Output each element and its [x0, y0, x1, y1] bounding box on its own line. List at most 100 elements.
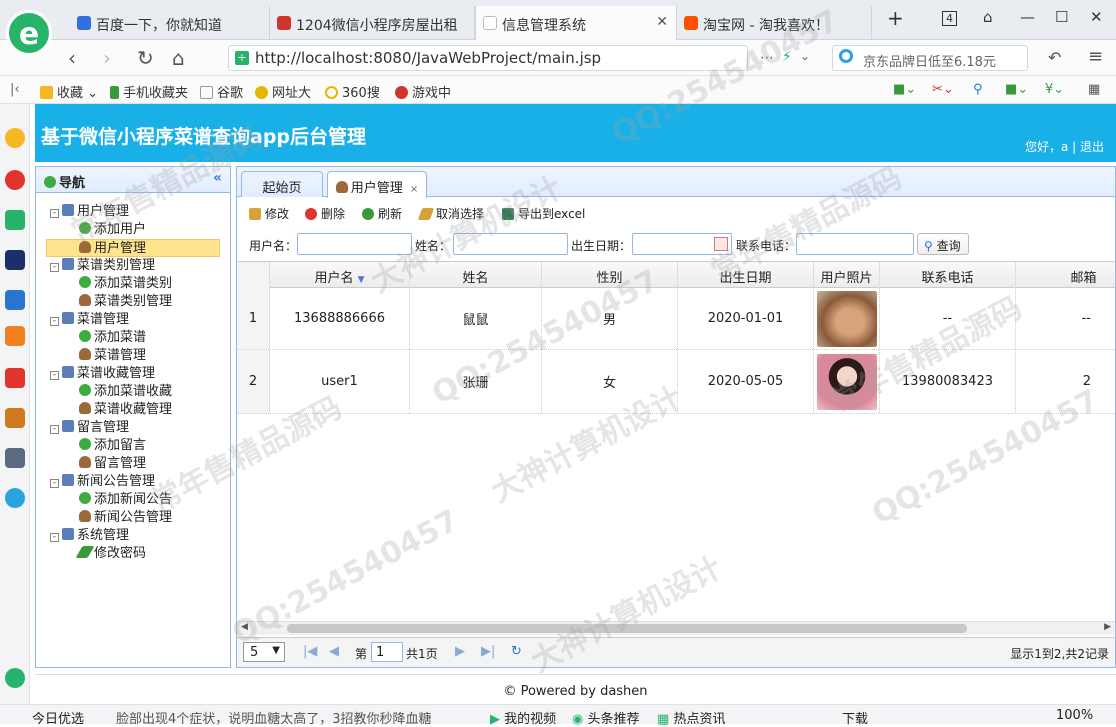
collapse-icon[interactable]: « [213, 170, 222, 186]
nav-item[interactable]: 新闻公告管理 [79, 509, 172, 527]
app-icon[interactable] [5, 448, 25, 468]
scroll-left-icon[interactable]: ◀ [241, 622, 248, 632]
reload-icon[interactable]: ↻ [137, 46, 154, 70]
share-icon[interactable]: ⋯ [760, 50, 774, 66]
add-sidebar-icon[interactable] [5, 668, 25, 688]
horizontal-scrollbar[interactable]: ◀ ▶ [237, 621, 1115, 635]
nav-item[interactable]: 菜谱管理 [79, 347, 146, 365]
assistant-icon[interactable] [5, 488, 25, 508]
novel-icon[interactable] [5, 326, 25, 346]
bookmark-google[interactable]: 谷歌 [200, 82, 243, 101]
edit-button[interactable]: 修改 [249, 205, 289, 222]
translate-icon[interactable]: ■⌄ [893, 82, 916, 97]
refresh-icon[interactable]: ↻ [511, 644, 522, 659]
gamepad-icon[interactable]: ■⌄ [1005, 82, 1028, 97]
undo-icon[interactable]: ↶ [1048, 48, 1061, 67]
maximize-button[interactable]: ☐ [1055, 8, 1068, 26]
nav-group[interactable]: - 用户管理 [50, 203, 129, 221]
unselect-button[interactable]: 取消选择 [417, 205, 484, 222]
delete-button[interactable]: 删除 [305, 205, 345, 222]
nav-group[interactable]: - 系统管理 [50, 527, 129, 545]
grid-icon[interactable]: ▦ [1088, 82, 1100, 97]
nav-item[interactable]: 留言管理 [79, 455, 146, 473]
back-icon[interactable]: ‹ [68, 46, 76, 70]
status-item[interactable]: ▦ 热点资讯 [657, 708, 725, 727]
nav-group[interactable]: - 菜谱收藏管理 [50, 365, 155, 383]
nav-item[interactable]: 用户管理 [46, 239, 220, 257]
browser-tab-baidu[interactable]: 百度一下，你就知道 [70, 6, 270, 40]
star-icon[interactable] [5, 128, 25, 148]
first-page-icon[interactable]: |◀ [303, 644, 317, 659]
nav-item[interactable]: 添加新闻公告 [79, 491, 172, 509]
next-page-icon[interactable]: ▶ [455, 644, 465, 659]
nav-item[interactable]: 菜谱类别管理 [79, 293, 172, 311]
column-header[interactable]: 用户名 ▼ [270, 262, 410, 288]
collapse-toggle-icon[interactable]: - [50, 209, 59, 218]
collapse-toggle-icon[interactable]: - [50, 371, 59, 380]
news-icon[interactable] [5, 250, 25, 270]
close-icon[interactable]: ✕ [656, 14, 668, 30]
word-icon[interactable] [5, 290, 25, 310]
browser-tab-project[interactable]: 1204微信小程序房屋出租 [270, 6, 475, 40]
last-page-icon[interactable]: ▶| [481, 644, 495, 659]
export-button[interactable]: 导出到excel [502, 205, 585, 222]
column-header[interactable]: 联系电话 [880, 262, 1016, 288]
status-news-ticker[interactable]: 脸部出现4个症状，说明血糖太高了，3招教你秒降血糖 [116, 708, 432, 727]
column-header[interactable]: 姓名 [410, 262, 542, 288]
nav-group[interactable]: - 菜谱类别管理 [50, 257, 155, 275]
lightning-icon[interactable]: ⚡ [782, 49, 792, 65]
mail-icon[interactable] [5, 210, 25, 230]
nav-group[interactable]: - 菜谱管理 [50, 311, 129, 329]
url-input[interactable]: + http://localhost:8080/JavaWebProject/m… [228, 45, 748, 71]
calendar-icon[interactable] [714, 237, 728, 251]
status-item[interactable]: ▶ 我的视频 [490, 708, 556, 727]
nav-item[interactable]: 添加菜谱 [79, 329, 146, 347]
forward-icon[interactable]: › [103, 46, 111, 70]
scroll-right-icon[interactable]: ▶ [1104, 622, 1111, 632]
weibo-icon[interactable] [5, 170, 25, 190]
window-close-button[interactable]: ✕ [1090, 8, 1103, 26]
tab-count-badge[interactable]: 4 [942, 11, 957, 26]
bookmark-games[interactable]: 游戏中 [395, 82, 451, 101]
bookmark-mobile[interactable]: 手机收藏夹 [110, 82, 188, 101]
phone-input[interactable] [796, 233, 914, 255]
bookmark-360[interactable]: 360搜 [325, 82, 380, 101]
nav-item[interactable]: 修改密码 [75, 545, 146, 563]
magnifier-icon[interactable]: ⚲ [973, 82, 983, 97]
new-tab-button[interactable]: + [887, 6, 904, 30]
table-row[interactable]: 2 user1 张珊 女 2020-05-05 13980083423 2 [237, 350, 1115, 414]
home-icon[interactable]: ⌂ [172, 46, 185, 70]
bookmark-sites[interactable]: 网址大 [255, 82, 311, 101]
scissors-icon[interactable]: ✂⌄ [932, 82, 954, 97]
column-header[interactable]: 性别 [542, 262, 678, 288]
nav-group[interactable]: - 新闻公告管理 [50, 473, 155, 491]
logout-link[interactable]: 退出 [1080, 140, 1104, 154]
close-icon[interactable]: × [410, 184, 418, 195]
collapse-toggle-icon[interactable]: - [50, 533, 59, 542]
username-input[interactable] [297, 233, 412, 255]
nav-item[interactable]: 菜谱收藏管理 [79, 401, 172, 419]
name-input[interactable] [453, 233, 568, 255]
menu-icon[interactable]: ≡ [1088, 46, 1103, 67]
nav-item[interactable]: 添加用户 [79, 221, 146, 239]
collapse-toggle-icon[interactable]: - [50, 317, 59, 326]
column-header[interactable]: 出生日期 [678, 262, 814, 288]
column-header[interactable]: 邮箱 [1016, 262, 1115, 288]
browser-tab-taobao[interactable]: 淘宝网 - 淘我喜欢！ [677, 6, 872, 40]
chevron-down-icon[interactable]: ⌄ [800, 49, 810, 63]
scroll-thumb[interactable] [287, 624, 967, 633]
column-header[interactable]: 用户照片 [814, 262, 880, 288]
bookmark-favorites[interactable]: 收藏 ⌄ [40, 82, 98, 101]
game-icon[interactable] [5, 408, 25, 428]
collapse-toggle-icon[interactable]: - [50, 425, 59, 434]
money-icon[interactable]: ¥⌄ [1045, 82, 1064, 97]
tab-home[interactable]: 起始页 [241, 171, 323, 197]
sidebar-toggle-icon[interactable]: |‹ [10, 82, 20, 97]
nav-item[interactable]: 添加菜谱类别 [79, 275, 172, 293]
status-item[interactable]: ◉ 头条推荐 [572, 708, 640, 727]
status-item[interactable]: 今日优选 [32, 708, 84, 727]
zoom-level[interactable]: 100% [1056, 708, 1093, 723]
birth-date-input[interactable] [632, 233, 732, 255]
refresh-button[interactable]: 刷新 [362, 205, 402, 222]
status-download[interactable]: 下载 [842, 708, 868, 727]
